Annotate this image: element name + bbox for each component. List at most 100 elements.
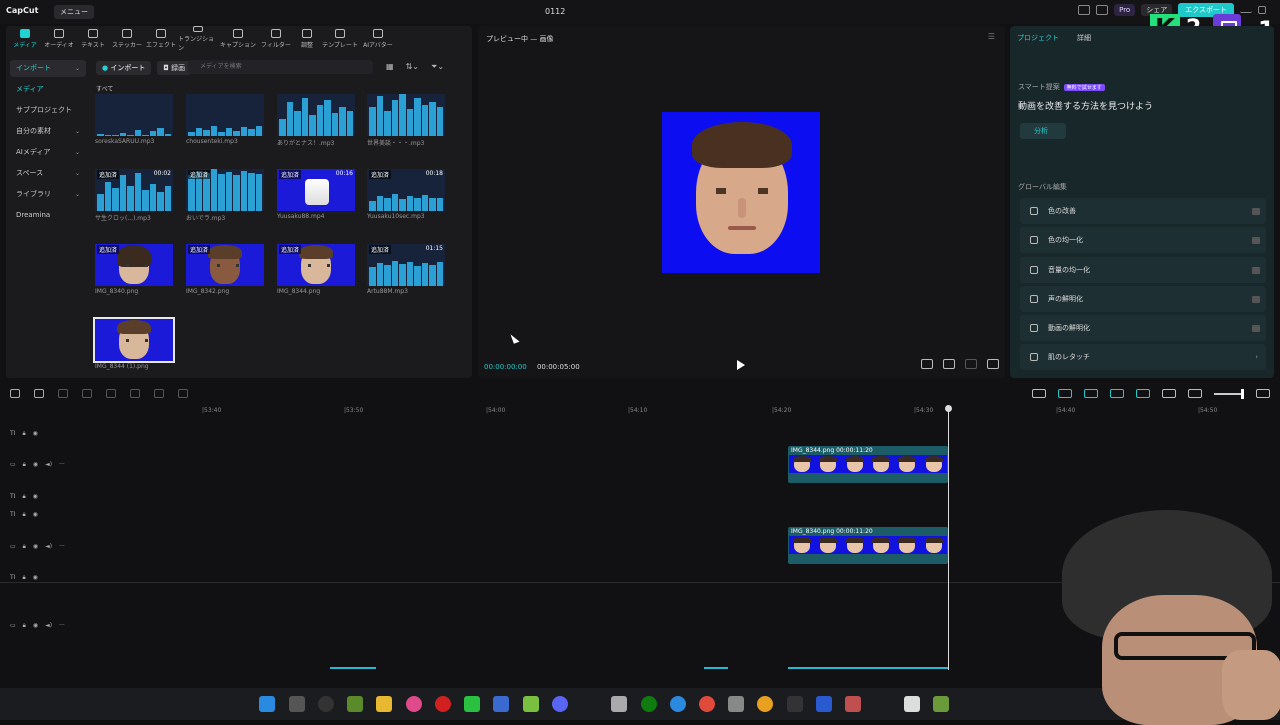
sidebar-item-dreamina[interactable]: Dreamina [10,207,86,224]
delete-icon[interactable] [154,389,164,398]
more-icon[interactable]: ··· [59,461,65,469]
sort-icon[interactable]: ⇅⌄ [406,62,419,72]
sidebar-item-my-assets[interactable]: 自分の素材 ⌄ [10,123,86,140]
shield-icon[interactable] [178,389,188,398]
app-icon[interactable] [493,696,509,712]
caption-icon[interactable] [1162,389,1176,398]
tab-transition[interactable]: トランジション [178,26,218,52]
media-item[interactable]: 追加済 00:02 サ生クロッ(...).mp3 [95,169,173,222]
zoom-slider[interactable] [1214,388,1244,399]
record-icon[interactable] [435,696,451,712]
menu-icon[interactable]: ☰ [988,32,995,41]
lock-icon[interactable]: 🔒︎ [22,511,25,519]
snap-icon[interactable] [1110,389,1124,398]
timeline-clip[interactable]: IMG_8344.png 00:00:11:20 [788,446,948,483]
sidebar-item-subproject[interactable]: サブプロジェクト [10,102,86,119]
analyze-button[interactable]: 分析 [1020,123,1066,139]
toggle[interactable] [1252,237,1260,245]
maximize-icon[interactable] [1258,6,1266,14]
media-item-selected[interactable]: IMG_8344 (1).png [93,317,175,370]
playhead[interactable] [945,405,952,670]
capcut-icon[interactable] [787,696,803,712]
filter-icon[interactable]: ⏷⌄ [431,62,444,72]
app-icon[interactable] [406,696,422,712]
folder-icon[interactable] [376,696,392,712]
toggle[interactable] [1252,295,1260,303]
speaker-icon[interactable]: ◄) [45,622,52,630]
feature-volume-normalize[interactable]: 音量の均一化 [1020,256,1266,283]
speaker-icon[interactable]: ◄) [45,461,52,469]
zoom-fit-icon[interactable] [1256,389,1270,398]
eye-icon[interactable]: ◉ [33,511,38,519]
speaker-icon[interactable]: ◄) [45,543,52,551]
lock-icon[interactable]: 🔒︎ [23,622,26,630]
minimize-icon[interactable] [1240,7,1252,13]
feature-color-enhance[interactable]: 色の改善 [1020,198,1266,224]
media-item[interactable]: 世界美談・・・.mp3 [367,94,445,147]
media-item[interactable]: 追加済 00:16 Yuusaku88.mp4 [277,169,355,220]
ratio-icon[interactable] [921,359,933,369]
app-icon[interactable] [845,696,861,712]
toggle[interactable] [1252,208,1260,215]
more-icon[interactable]: ··· [59,543,65,551]
lock-icon[interactable]: 🔒︎ [22,430,25,438]
app-icon[interactable] [904,696,920,712]
feature-skin-retouch[interactable]: 肌のレタッチ › [1020,344,1266,371]
feature-voice-enhance[interactable]: 声の鮮明化 [1020,285,1266,312]
media-item[interactable]: chousenteki.mp3 [186,94,264,145]
tab-sticker[interactable]: ステッカー [110,26,144,52]
tab-effect[interactable]: エフェクト [144,26,178,52]
preview-axis-icon[interactable] [1136,389,1150,398]
app-icon[interactable] [523,696,539,712]
windows-start-icon[interactable] [259,696,275,712]
app-icon[interactable] [611,696,627,712]
sidebar-item-import[interactable]: インポート ⌄ [10,60,86,77]
redo-icon[interactable] [58,389,68,398]
media-item[interactable]: 追加済 IMG_8340.png [95,244,173,295]
tab-text[interactable]: テキスト [76,26,110,52]
app-icon[interactable] [757,696,773,712]
feature-video-enhance[interactable]: 動画の鮮明化 [1020,315,1266,342]
media-item[interactable]: ありがとナス！.mp3 [277,94,355,147]
lock-icon[interactable]: 🔒︎ [23,543,26,551]
record-button[interactable]: ◘ 録画 [157,61,192,75]
tab-project[interactable]: プロジェクト [1017,33,1059,43]
magnet-icon[interactable] [1084,389,1098,398]
chrome-icon[interactable] [699,696,715,712]
zoom-fit-icon[interactable] [943,359,955,369]
xbox-icon[interactable] [641,696,657,712]
discord-icon[interactable] [552,696,568,712]
toggle[interactable] [1252,266,1260,274]
preview-canvas[interactable] [662,112,820,273]
eye-icon[interactable]: ◉ [33,430,38,438]
play-icon[interactable] [737,360,745,370]
menu-button[interactable]: メニュー [54,5,94,19]
grid-view-icon[interactable]: ▦ [386,62,394,72]
app-icon[interactable] [728,696,744,712]
more-icon[interactable]: ··· [59,622,65,630]
fullscreen-icon[interactable] [987,359,999,369]
eye-icon[interactable]: ◉ [33,461,38,469]
media-item[interactable]: 追加済 00:18 Yuusaku10sec.mp3 [367,169,445,220]
close-icon[interactable] [1272,5,1280,15]
media-item[interactable]: soreskaSARUU.mp3 [95,94,173,145]
tab-adjust[interactable]: 調整 [294,26,320,52]
tab-template[interactable]: テンプレート [320,26,360,52]
app-icon[interactable] [816,696,832,712]
link-icon[interactable] [1058,389,1072,398]
zoom-out-icon[interactable] [1188,389,1202,398]
microphone-icon[interactable] [1032,389,1046,398]
tab-caption[interactable]: キャプション [218,26,258,52]
toggle[interactable] [1252,325,1260,333]
sidebar-item-ai-media[interactable]: AIメディア ⌄ [10,144,86,161]
sidebar-item-media[interactable]: メディア [10,81,86,98]
sidebar-item-library[interactable]: ライブラリ ⌄ [10,186,86,203]
eye-icon[interactable]: ◉ [33,574,38,582]
quality-icon[interactable] [965,359,977,369]
tab-media[interactable]: メディア [8,26,42,52]
timeline-clip[interactable]: IMG_8340.png 00:00:11:20 [788,527,948,564]
lock-icon[interactable]: 🔒︎ [22,574,25,582]
tab-audio[interactable]: オーディオ [42,26,76,52]
lock-icon[interactable]: 🔒︎ [22,493,25,501]
timeline-ruler[interactable]: |53:40 |53:50 |54:00 |54:10 |54:20 |54:3… [90,405,1280,417]
